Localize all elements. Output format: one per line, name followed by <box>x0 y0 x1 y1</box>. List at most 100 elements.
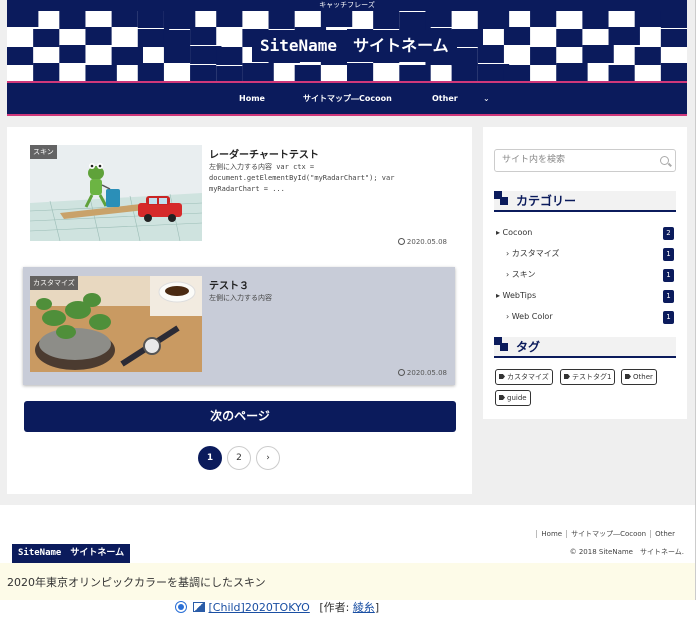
check-square <box>477 45 504 63</box>
chevron-down-icon[interactable]: ⌄ <box>483 83 490 114</box>
tag-link[interactable]: guide <box>495 390 531 406</box>
tag-heading: タグ <box>494 337 676 358</box>
clock-icon <box>397 238 405 245</box>
nav-item-home[interactable]: Home <box>239 83 265 114</box>
copyright: © 2018 SiteName サイトネーム. <box>569 548 684 556</box>
footer-link-home[interactable]: Home <box>536 530 567 538</box>
tag-icon <box>564 374 570 379</box>
category-item[interactable]: › スキン 1 <box>494 265 676 285</box>
site-footer: Home サイトマップ―Cocoon Other © 2018 SiteName サ… <box>0 505 695 563</box>
search-input[interactable]: サイト内を検索 <box>494 149 676 172</box>
article-date: 2020.05.08 <box>397 369 447 377</box>
check-square <box>503 65 531 81</box>
category-item[interactable]: › Web Color 1 <box>494 307 676 327</box>
article-thumbnail[interactable]: カスタマイズ <box>30 276 202 372</box>
page-number-current[interactable]: 1 <box>198 446 222 470</box>
check-square <box>320 11 353 27</box>
skin-preview-frame: キャッチフレーズ SiteName サイトネーム Home サイトマップ―Coc… <box>0 0 696 600</box>
article-date-text: 2020.05.08 <box>406 369 447 377</box>
check-square <box>425 11 452 27</box>
check-square <box>451 63 478 81</box>
article-thumbnail[interactable]: スキン <box>30 145 202 241</box>
category-item[interactable]: ▸ Cocoon 2 <box>494 223 676 243</box>
check-square <box>608 65 635 81</box>
check-square <box>634 47 661 65</box>
check-square <box>111 11 138 27</box>
author-prefix: [作者: <box>319 601 353 614</box>
category-label: ▸ WebTips <box>496 291 537 300</box>
check-square <box>608 27 640 45</box>
sidebar: サイト内を検索 カテゴリー ▸ Cocoon 2 › カスタマイズ 1 › スキン 1 ▸ … <box>483 127 687 419</box>
plant-watch-photo <box>30 276 202 372</box>
tag-icon <box>499 395 505 400</box>
check-square <box>556 29 583 47</box>
check-square <box>85 65 117 81</box>
check-square <box>7 11 39 27</box>
next-page-arrow[interactable]: › <box>256 446 280 470</box>
footer-link-other[interactable]: Other <box>650 530 679 538</box>
article-snippet: 左側に入力する内容 var ctx = document.getElementB… <box>209 163 395 193</box>
tag-link[interactable]: カスタマイズ <box>495 369 553 385</box>
check-square <box>477 11 510 29</box>
heading-square-icon <box>494 191 508 205</box>
category-item[interactable]: ▸ WebTips 1 <box>494 286 676 306</box>
tag-link[interactable]: Other <box>621 369 657 385</box>
search-placeholder: サイト内を検索 <box>502 155 566 165</box>
footer-logo[interactable]: SiteName サイトネーム <box>12 544 131 563</box>
footer-nav: Home サイトマップ―Cocoon Other <box>536 529 679 539</box>
category-badge: カスタマイズ <box>30 276 78 290</box>
check-square <box>347 63 374 81</box>
category-item[interactable]: › カスタマイズ 1 <box>494 244 676 264</box>
skin-radio-button[interactable] <box>175 601 187 613</box>
check-square <box>660 63 687 81</box>
check-square <box>7 47 34 65</box>
image-icon[interactable] <box>193 602 205 612</box>
search-icon[interactable] <box>660 156 669 165</box>
heading-square-icon <box>494 337 508 351</box>
check-square <box>111 47 143 65</box>
clock-icon <box>397 369 405 376</box>
tag-icon <box>499 374 505 379</box>
check-square <box>530 47 557 65</box>
category-count-badge: 1 <box>663 269 674 282</box>
next-page-button[interactable]: 次のページ <box>24 401 456 432</box>
check-square <box>190 27 217 45</box>
check-square <box>163 11 196 29</box>
tag-heading-text: タグ <box>516 340 541 354</box>
article-card[interactable]: カスタマイズ テスト３ 左側に入力する内容 2020.05.08 <box>23 267 455 385</box>
check-square <box>660 29 687 47</box>
footer-link-sitemap[interactable]: サイトマップ―Cocoon <box>566 530 651 538</box>
check-square <box>530 11 557 27</box>
category-heading: カテゴリー <box>494 191 676 212</box>
category-count-badge: 2 <box>663 227 674 240</box>
skin-name-link[interactable]: [Child]2020TOKYO <box>209 601 310 614</box>
global-nav: Home サイトマップ―Cocoon Other ⌄ <box>7 83 687 116</box>
check-square <box>268 11 295 29</box>
tag-label: Other <box>633 373 653 381</box>
check-square <box>33 29 60 47</box>
check-square <box>294 65 321 81</box>
check-square <box>503 27 531 45</box>
tag-link[interactable]: テストタグ1 <box>560 369 616 385</box>
category-count-badge: 1 <box>663 311 674 324</box>
tag-icon <box>625 374 631 379</box>
article-title[interactable]: レーダーチャートテスト <box>209 146 319 161</box>
check-square <box>399 65 431 81</box>
category-label: › スキン <box>506 270 536 279</box>
nav-item-other[interactable]: Other <box>432 83 458 114</box>
check-square <box>137 63 164 81</box>
check-square <box>85 27 112 45</box>
frog-suitcase-photo <box>30 145 202 241</box>
author-link[interactable]: 綾糸 <box>353 601 375 614</box>
check-square <box>582 45 614 63</box>
article-title[interactable]: テスト３ <box>209 277 249 292</box>
article-snippet: 左側に入力する内容 <box>209 294 272 302</box>
skin-option-row: [Child]2020TOKYO [作者: 綾糸] <box>175 599 379 617</box>
category-label: › Web Color <box>506 312 553 321</box>
site-title[interactable]: SiteName サイトネーム <box>252 30 457 62</box>
nav-item-sitemap[interactable]: サイトマップ―Cocoon <box>303 83 392 114</box>
page-number[interactable]: 2 <box>227 446 251 470</box>
check-square <box>216 66 243 81</box>
article-card[interactable]: スキン レーダーチャートテスト 左側に入力する内容 var ctx = docu… <box>23 136 455 254</box>
header-banner[interactable]: SiteName サイトネーム <box>7 11 687 83</box>
